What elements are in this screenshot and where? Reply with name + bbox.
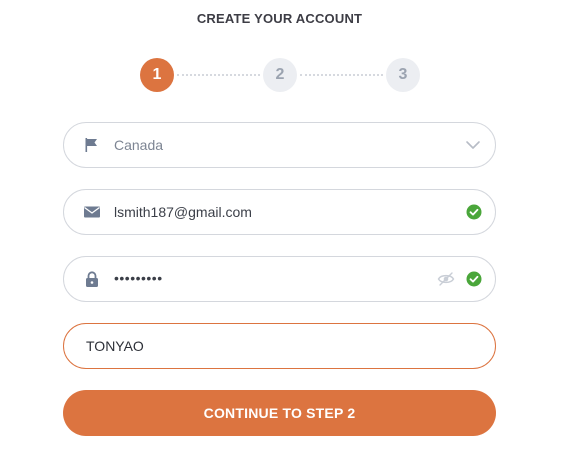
check-icon: [466, 204, 482, 220]
country-value: Canada: [114, 137, 164, 153]
step-1-indicator: 1: [140, 58, 174, 92]
password-value: •••••••••: [114, 270, 163, 286]
username-field[interactable]: TONYAO: [63, 323, 496, 369]
password-field[interactable]: •••••••••: [63, 256, 496, 302]
chevron-down-icon[interactable]: [465, 138, 481, 152]
page-title: CREATE YOUR ACCOUNT: [196, 11, 363, 26]
email-field[interactable]: lsmith187@gmail.com: [63, 189, 496, 235]
username-value: TONYAO: [86, 338, 144, 354]
email-value: lsmith187@gmail.com: [114, 204, 252, 220]
create-account-page: CREATE YOUR ACCOUNT 1 2 3 Canada lsmith1…: [0, 0, 579, 453]
continue-button[interactable]: CONTINUE TO STEP 2: [63, 390, 496, 436]
flag-icon: [83, 136, 101, 154]
check-icon: [466, 271, 482, 287]
step-connector: [300, 74, 383, 76]
step-2-indicator: 2: [263, 58, 297, 92]
step-3-indicator: 3: [386, 58, 420, 92]
step-connector: [177, 74, 260, 76]
country-select[interactable]: Canada: [63, 122, 496, 168]
lock-icon: [83, 270, 101, 288]
eye-slash-icon[interactable]: [437, 271, 455, 287]
envelope-icon: [83, 203, 101, 221]
